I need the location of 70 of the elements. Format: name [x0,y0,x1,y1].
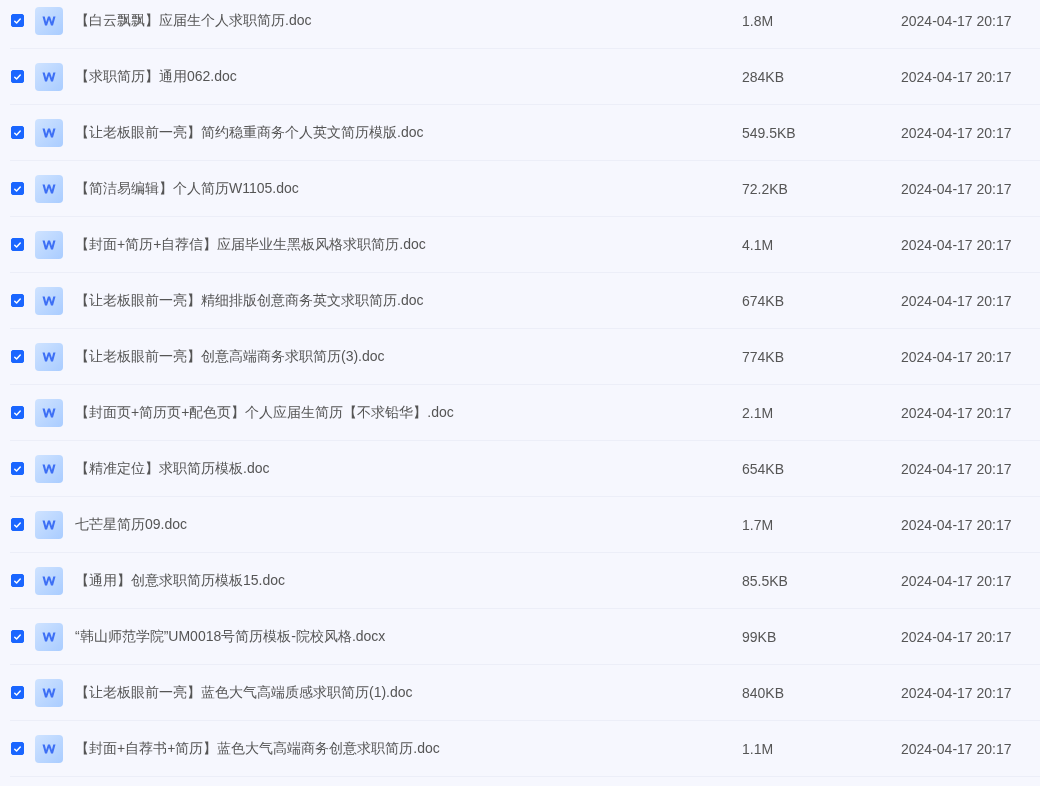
word-document-icon [35,342,63,371]
file-name[interactable]: 【求职简历】通用062.doc [75,67,742,86]
modified-date: 2024-04-17 20:17 [901,292,1012,309]
modified-date: 2024-04-17 20:17 [901,460,1012,477]
word-document-icon [35,230,63,259]
file-size: 85.5KB [742,572,789,589]
file-size: 1.1M [742,740,775,757]
word-document-icon [35,734,63,763]
file-name[interactable]: 【封面页+简历页+配色页】个人应届生简历【不求铅华】.doc [75,403,742,422]
file-name[interactable]: 【封面+简历+自荐信】应届毕业生黑板风格求职简历.doc [75,235,742,254]
modified-date: 2024-04-17 20:17 [901,740,1012,757]
checkbox[interactable] [11,350,24,363]
checkbox[interactable] [11,70,24,83]
checkbox[interactable] [11,182,24,195]
modified-date: 2024-04-17 20:17 [901,516,1012,533]
file-name[interactable]: 【通用】创意求职简历模板15.doc [75,571,742,590]
modified-date: 2024-04-17 20:17 [901,180,1012,197]
checkbox[interactable] [11,630,24,643]
modified-date: 2024-04-17 20:17 [901,236,1012,253]
file-size: 774KB [742,348,786,365]
word-document-icon [35,678,63,707]
checkbox[interactable] [11,574,24,587]
checkbox[interactable] [11,742,24,755]
word-document-icon [35,510,63,539]
file-size: 4.1M [742,236,775,253]
file-name[interactable]: 【简洁易编辑】个人简历W1105.doc [75,179,742,198]
word-document-icon [35,6,63,35]
file-name[interactable]: 【让老板眼前一亮】蓝色大气高端质感求职简历(1).doc [75,683,742,702]
modified-date: 2024-04-17 20:17 [901,684,1012,701]
word-document-icon [35,398,63,427]
file-size: 1.8M [742,12,775,29]
word-document-icon [35,622,63,651]
file-name[interactable]: 七芒星简历09.doc [75,515,742,534]
checkbox[interactable] [11,294,24,307]
word-document-icon [35,566,63,595]
checkbox[interactable] [11,126,24,139]
file-size: 654KB [742,460,786,477]
file-name[interactable]: 【让老板眼前一亮】简约稳重商务个人英文简历模版.doc [75,123,742,142]
file-size: 549.5KB [742,124,797,141]
word-document-icon [35,286,63,315]
word-document-icon [35,118,63,147]
file-name[interactable]: 【封面+自荐书+简历】蓝色大气高端商务创意求职简历.doc [75,739,742,758]
word-document-icon [35,62,63,91]
checkbox[interactable] [11,518,24,531]
file-size: 674KB [742,292,786,309]
modified-date: 2024-04-17 20:17 [901,572,1012,589]
file-name[interactable]: 【让老板眼前一亮】精细排版创意商务英文求职简历.doc [75,291,742,310]
modified-date: 2024-04-17 20:17 [901,12,1012,29]
modified-date: 2024-04-17 20:17 [901,348,1012,365]
checkbox[interactable] [11,14,24,27]
file-name[interactable]: 【白云飘飘】应届生个人求职简历.doc [75,11,742,30]
file-name[interactable]: 【让老板眼前一亮】创意高端商务求职简历(3).doc [75,347,742,366]
file-name[interactable]: 【精准定位】求职简历模板.doc [75,459,742,478]
word-document-icon [35,174,63,203]
checkbox[interactable] [11,462,24,475]
checkbox[interactable] [11,686,24,699]
checkbox[interactable] [11,406,24,419]
file-size: 72.2KB [742,180,789,197]
modified-date: 2024-04-17 20:17 [901,628,1012,645]
file-size: 284KB [742,68,786,85]
modified-date: 2024-04-17 20:17 [901,124,1012,141]
word-document-icon [35,454,63,483]
modified-date: 2024-04-17 20:17 [901,404,1012,421]
file-size: 99KB [742,628,778,645]
file-name[interactable]: “韩山师范学院”UM0018号简历模板-院校风格.docx [75,627,742,646]
checkbox[interactable] [11,238,24,251]
file-size: 840KB [742,684,786,701]
file-size: 1.7M [742,516,775,533]
modified-date: 2024-04-17 20:17 [901,68,1012,85]
file-size: 2.1M [742,404,775,421]
